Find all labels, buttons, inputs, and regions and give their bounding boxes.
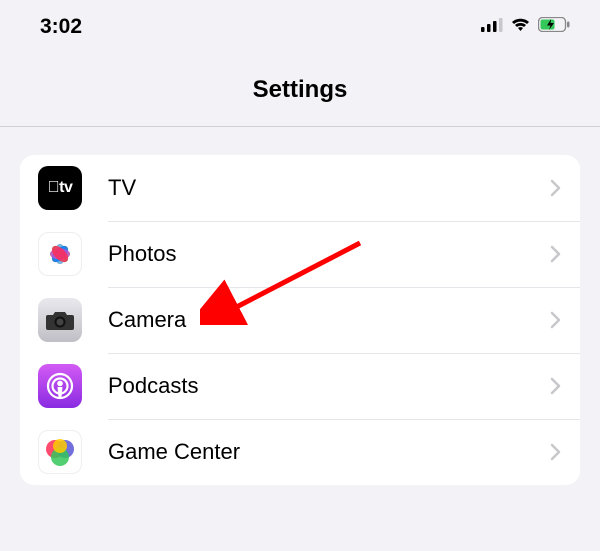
row-label: Camera <box>108 307 550 333</box>
settings-row-tv[interactable]: tv TV <box>20 155 580 221</box>
settings-row-podcasts[interactable]: Podcasts <box>20 353 580 419</box>
row-label: Photos <box>108 241 550 267</box>
settings-row-photos[interactable]: Photos <box>20 221 580 287</box>
camera-icon <box>38 298 82 342</box>
chevron-right-icon <box>550 311 562 329</box>
cellular-icon <box>481 18 503 37</box>
battery-icon <box>538 17 570 37</box>
row-label: TV <box>108 175 550 201</box>
wifi-icon <box>510 17 531 37</box>
row-label: Podcasts <box>108 373 550 399</box>
podcasts-icon <box>38 364 82 408</box>
tv-icon: tv <box>38 166 82 210</box>
chevron-right-icon <box>550 179 562 197</box>
chevron-right-icon <box>550 245 562 263</box>
settings-list: tv TV Photos <box>20 155 580 485</box>
row-label: Game Center <box>108 439 550 465</box>
page-title: Settings <box>0 76 600 104</box>
status-time: 3:02 <box>40 15 82 39</box>
game-center-icon <box>38 430 82 474</box>
settings-row-camera[interactable]: Camera <box>20 287 580 353</box>
chevron-right-icon <box>550 377 562 395</box>
settings-row-gamecenter[interactable]: Game Center <box>20 419 580 485</box>
nav-header: Settings <box>0 50 600 127</box>
chevron-right-icon <box>550 443 562 461</box>
photos-icon <box>38 232 82 276</box>
status-bar: 3:02 <box>0 0 600 50</box>
status-icons <box>481 17 570 37</box>
